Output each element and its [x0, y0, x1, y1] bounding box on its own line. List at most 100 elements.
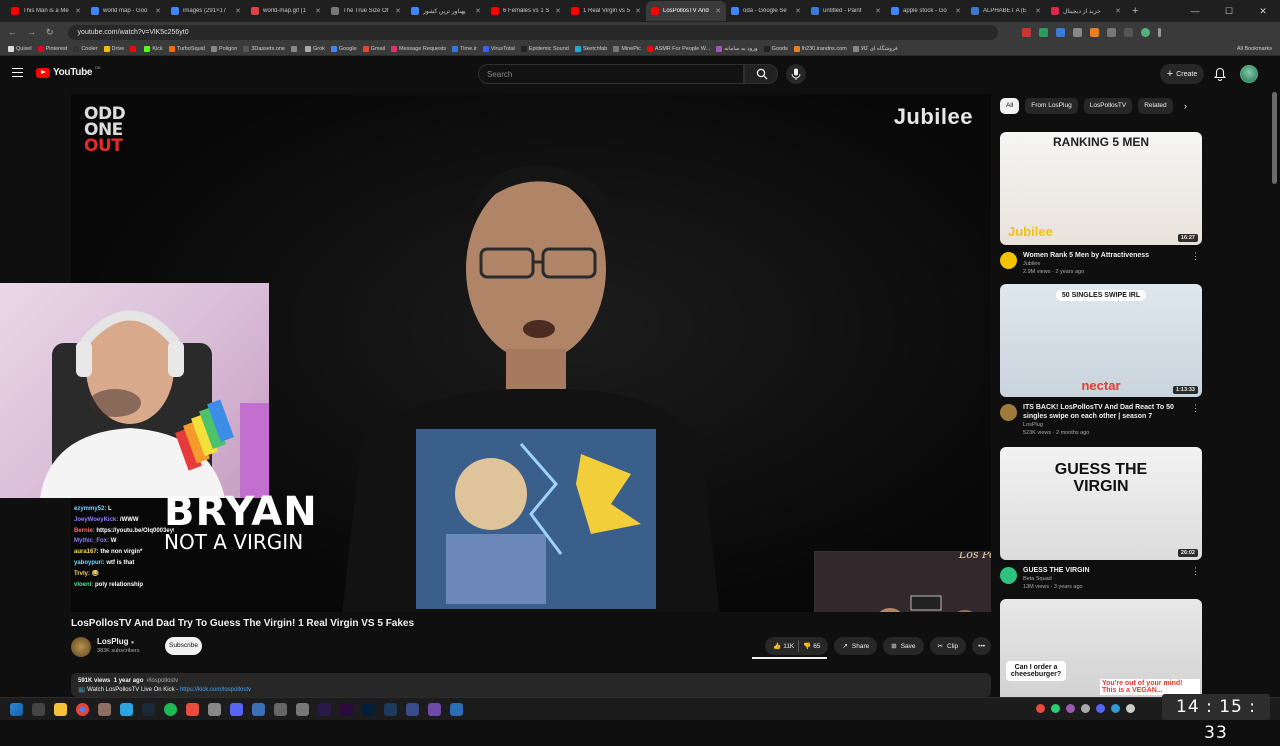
browser-tab[interactable]: خرید از دیجیتال ✕: [1046, 1, 1126, 21]
extension-icon[interactable]: [1055, 27, 1065, 37]
chevron-right-icon[interactable]: ›: [1184, 101, 1187, 111]
recommended-video[interactable]: 50 SINGLES SWIPE IRL nectar 1:13:33 ITS BAC…: [1000, 284, 1202, 436]
extension-icon[interactable]: [1072, 27, 1082, 37]
recommended-video[interactable]: RANKING 5 MEN Jubilee 16:27 Women Rank 5 Me…: [1000, 132, 1202, 280]
blender-icon[interactable]: [406, 703, 419, 716]
notifications-bell-icon[interactable]: [1214, 67, 1226, 81]
bookmark-item[interactable]: ASMR For People W...: [646, 45, 710, 52]
tab-close-icon[interactable]: ✕: [955, 7, 961, 15]
video-thumbnail[interactable]: 50 SINGLES SWIPE IRL nectar 1:13:33: [1000, 284, 1202, 397]
channel-avatar[interactable]: [71, 637, 91, 657]
browser-tab[interactable]: 6 Females vs 1 S ✕: [486, 1, 566, 21]
bookmark-item[interactable]: Goods: [763, 45, 788, 52]
browser-tab[interactable]: ALPHABET A (E ✕: [966, 1, 1046, 21]
spotify-icon[interactable]: [164, 703, 177, 716]
bookmark-item[interactable]: [290, 45, 299, 52]
tab-close-icon[interactable]: ✕: [235, 7, 241, 15]
channel-avatar[interactable]: [1000, 567, 1017, 584]
all-bookmarks[interactable]: All Bookmarks: [1237, 46, 1272, 52]
menu-dots-icon[interactable]: [1157, 27, 1161, 37]
browser-tab[interactable]: پهناور ترین کشور ✕: [406, 1, 486, 21]
tab-close-icon[interactable]: ✕: [1115, 7, 1121, 15]
clip-button[interactable]: ✂ Clip: [929, 637, 967, 655]
browser-tab[interactable]: untitled - Paint ✕: [806, 1, 886, 21]
after-effects-icon[interactable]: [318, 703, 331, 716]
extension-icon[interactable]: [1106, 27, 1116, 37]
tray-icon[interactable]: [1111, 704, 1120, 713]
tab-close-icon[interactable]: ✕: [315, 7, 321, 15]
hamburger-menu-icon[interactable]: [12, 68, 23, 77]
tab-close-icon[interactable]: ✕: [475, 7, 481, 15]
search-icon[interactable]: [32, 703, 45, 716]
youtube-logo[interactable]: YouTube DE: [36, 65, 101, 78]
browser-tab[interactable]: world map - Goo ✕: [86, 1, 166, 21]
dislike-button[interactable]: 👎 65: [803, 642, 820, 650]
channel-avatar[interactable]: [1000, 404, 1017, 421]
voice-search-button[interactable]: [786, 64, 806, 84]
recommended-channel[interactable]: Beta Squad: [1023, 576, 1052, 582]
tray-icon[interactable]: [1066, 704, 1075, 713]
channel-avatar[interactable]: [1000, 252, 1017, 269]
app-icon[interactable]: [274, 703, 287, 716]
photoshop-icon[interactable]: [362, 703, 375, 716]
search-input[interactable]: Search: [478, 64, 744, 84]
filter-chip[interactable]: From LosPlug: [1025, 98, 1078, 114]
url-field[interactable]: youtube.com/watch?v=VlK5c256yt0: [67, 24, 998, 40]
tray-icon[interactable]: [1126, 704, 1135, 713]
chrome-icon[interactable]: [76, 703, 89, 716]
app-icon[interactable]: [186, 703, 199, 716]
extension-icon[interactable]: [1123, 27, 1133, 37]
bookmark-item[interactable]: فروشگاه ای کالا: [852, 45, 898, 52]
file-explorer-icon[interactable]: [54, 703, 67, 716]
discord-icon[interactable]: [230, 703, 243, 716]
bookmark-item[interactable]: 3Dassets.one: [243, 45, 285, 52]
tray-icon[interactable]: [1036, 704, 1045, 713]
forward-icon[interactable]: →: [27, 27, 36, 37]
filter-chip[interactable]: All: [1000, 98, 1020, 114]
tab-close-icon[interactable]: ✕: [795, 7, 801, 15]
bookmark-item[interactable]: Quixel: [8, 45, 32, 52]
subscribe-button[interactable]: Subscribe: [165, 637, 202, 655]
bookmark-item[interactable]: Google: [330, 45, 357, 52]
bookmark-item[interactable]: Cooler: [73, 45, 98, 52]
tab-close-icon[interactable]: ✕: [635, 7, 641, 15]
page-scrollbar[interactable]: [1272, 92, 1277, 184]
like-button[interactable]: 👍 11K: [773, 642, 794, 650]
bookmark-item[interactable]: TurboSquid: [168, 45, 205, 52]
bookmark-item[interactable]: MinePic: [613, 45, 641, 52]
tray-icon[interactable]: [1051, 704, 1060, 713]
app-icon[interactable]: [428, 703, 441, 716]
tray-icon[interactable]: [1096, 704, 1105, 713]
premiere-icon[interactable]: [340, 703, 353, 716]
new-tab-icon[interactable]: +: [1132, 5, 1138, 17]
account-avatar[interactable]: [1240, 65, 1258, 83]
tab-close-icon[interactable]: ✕: [75, 7, 81, 15]
more-options-icon[interactable]: ⋮: [1191, 251, 1200, 262]
app-icon[interactable]: [296, 703, 309, 716]
extension-icon[interactable]: [1038, 27, 1048, 37]
more-actions-button[interactable]: •••: [972, 637, 991, 655]
filter-chip[interactable]: LosPollosTV: [1083, 98, 1133, 114]
app-icon[interactable]: [120, 703, 133, 716]
browser-tab[interactable]: world-map.gif (1 ✕: [246, 1, 326, 21]
tab-close-icon[interactable]: ✕: [875, 7, 881, 15]
recommended-video[interactable]: GUESS THE VIRGIN 26:02 GUESS THE VIRGIN Bet…: [1000, 447, 1202, 595]
app-icon[interactable]: [384, 703, 397, 716]
extension-icon[interactable]: [1089, 27, 1099, 37]
save-button[interactable]: ⊞ Save: [883, 637, 924, 655]
app-icon[interactable]: [252, 703, 265, 716]
app-icon[interactable]: [450, 703, 463, 716]
minimize-icon[interactable]: —: [1178, 0, 1212, 22]
recommended-channel[interactable]: Jubilee: [1023, 261, 1040, 267]
browser-tab[interactable]: LosPollosTV And ✕: [646, 1, 726, 21]
bookmark-item[interactable]: ورود به سامانه: [716, 45, 758, 52]
recommended-channel[interactable]: LosPlug: [1023, 422, 1043, 428]
kick-link[interactable]: https://kick.com/lospollostv: [180, 687, 251, 693]
filter-chip[interactable]: Related: [1138, 98, 1173, 114]
channel-name[interactable]: LosPlug ●: [97, 637, 134, 646]
maximize-icon[interactable]: ☐: [1212, 0, 1246, 22]
bookmark-item[interactable]: Kick: [144, 45, 163, 52]
tab-close-icon[interactable]: ✕: [715, 7, 721, 15]
browser-tab[interactable]: 1 Real Virgin vs 5 ✕: [566, 1, 646, 21]
app-icon[interactable]: [98, 703, 111, 716]
